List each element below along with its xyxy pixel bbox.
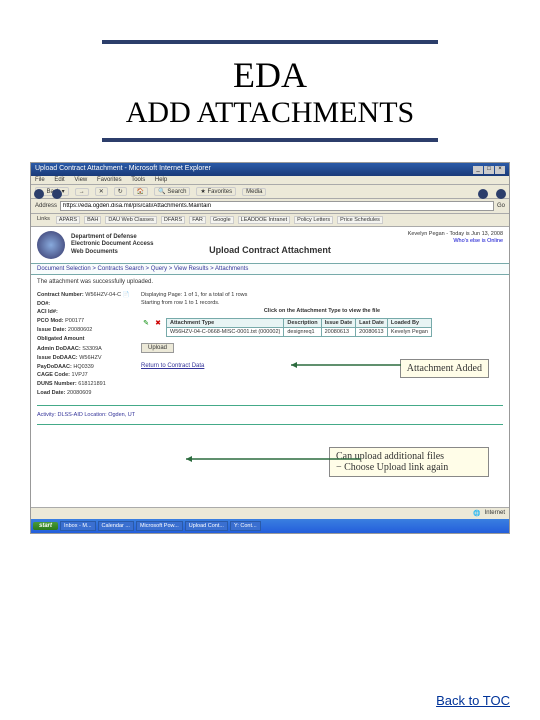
nav-toolbar: ← Back ▾ → ✕ ↻ 🏠 🔍 Search ★ Favorites Me… xyxy=(31,185,509,199)
link-item[interactable]: Policy Letters xyxy=(294,216,333,224)
forward-button[interactable]: → xyxy=(75,188,89,196)
th-desc: Description xyxy=(284,319,321,328)
address-bar: Address Go xyxy=(31,199,509,214)
link-item[interactable]: LEADDOE Intranet xyxy=(238,216,290,224)
media-button[interactable]: Media xyxy=(242,188,266,196)
instruction: Click on the Attachment Type to view the… xyxy=(141,308,503,314)
min-icon[interactable]: _ xyxy=(473,166,483,174)
user-info: Kevelyn Pegan - Today is Jun 13, 2008 Wh… xyxy=(408,231,503,244)
favorites-button[interactable]: ★ Favorites xyxy=(196,187,236,196)
task-item[interactable]: Microsoft Pow... xyxy=(136,521,183,531)
task-item[interactable]: Upload Cont... xyxy=(185,521,228,531)
link-item[interactable]: DFARS xyxy=(161,216,185,224)
address-input[interactable] xyxy=(60,201,494,211)
task-item[interactable]: Inbox - M... xyxy=(60,521,96,531)
taskbar: start Inbox - M... Calendar ... Microsof… xyxy=(31,519,509,533)
menu-help[interactable]: Help xyxy=(155,177,167,183)
done-icon: 🌐 xyxy=(473,510,480,517)
dots-right xyxy=(474,186,510,204)
row-icons: ✎ ✖ xyxy=(141,318,163,328)
title-eda: EDA xyxy=(30,54,510,96)
th-last: Last Date xyxy=(356,319,388,328)
table-row: W56HZV-04-C-0668-MISC-0001.txt (000002) … xyxy=(167,328,432,337)
dots-left xyxy=(30,186,66,204)
menu-view[interactable]: View xyxy=(74,177,87,183)
attachments-table: Attachment Type Description Issue Date L… xyxy=(166,318,432,337)
header-text: Department of Defense Electronic Documen… xyxy=(71,234,153,256)
link-item[interactable]: FAR xyxy=(189,216,206,224)
max-icon[interactable]: □ xyxy=(484,166,494,174)
zone-label: Internet xyxy=(485,510,505,517)
page-title: Upload Contract Attachment xyxy=(209,245,331,255)
home-button[interactable]: 🏠 xyxy=(133,187,148,196)
th-loaded: Loaded By xyxy=(387,319,431,328)
th-issue: Issue Date xyxy=(321,319,356,328)
contract-details: Contract Number: W56HZV-04-C 📄 DO#: ACI … xyxy=(37,292,137,398)
activity-footer: Activity: DLSS-AID Location: Ogden, UT xyxy=(31,410,509,420)
menu-favorites[interactable]: Favorites xyxy=(97,177,122,183)
menu-edit[interactable]: Edit xyxy=(54,177,64,183)
page-content: Department of Defense Electronic Documen… xyxy=(31,227,509,507)
divider xyxy=(37,405,503,406)
mid-rule xyxy=(102,138,438,142)
divider xyxy=(37,424,503,425)
attachment-area: Displaying Page: 1 of 1, for a total of … xyxy=(141,292,503,398)
start-button[interactable]: start xyxy=(33,522,58,530)
link-item[interactable]: DAU Web Classes xyxy=(105,216,156,224)
paging-note: Displaying Page: 1 of 1, for a total of … xyxy=(141,292,503,298)
close-icon[interactable]: × xyxy=(495,166,505,174)
callout-upload-more: Can upload additional files − Choose Upl… xyxy=(329,447,489,477)
window-buttons: _□× xyxy=(472,165,505,174)
stop-button[interactable]: ✕ xyxy=(95,187,108,196)
delete-icon[interactable]: ✖ xyxy=(153,318,163,328)
breadcrumb[interactable]: Document Selection > Contracts Search > … xyxy=(31,263,509,275)
link-item[interactable]: Google xyxy=(210,216,234,224)
search-button[interactable]: 🔍 Search xyxy=(154,187,190,196)
upload-success-msg: The attachment was successfully uploaded… xyxy=(31,275,509,289)
links-label: Links xyxy=(35,216,52,224)
link-item[interactable]: APARS xyxy=(56,216,80,224)
top-rule xyxy=(102,40,438,44)
window-title: Upload Contract Attachment - Microsoft I… xyxy=(35,165,211,174)
task-item[interactable]: Y: Cont... xyxy=(230,521,261,531)
statusbar: 🌐 Internet xyxy=(31,507,509,519)
edit-icon[interactable]: ✎ xyxy=(141,318,151,328)
window-titlebar: Upload Contract Attachment - Microsoft I… xyxy=(31,163,509,176)
browser-screenshot: Upload Contract Attachment - Microsoft I… xyxy=(30,162,510,534)
whos-online-link[interactable]: Who's else is Online xyxy=(453,238,503,244)
task-item[interactable]: Calendar ... xyxy=(98,521,134,531)
menu-file[interactable]: File xyxy=(35,177,45,183)
title-sub: ADD ATTACHMENTS xyxy=(30,96,510,130)
links-bar: Links APARS BAH DAU Web Classes DFARS FA… xyxy=(31,214,509,227)
menubar: File Edit View Favorites Tools Help xyxy=(31,176,509,185)
menu-tools[interactable]: Tools xyxy=(131,177,145,183)
link-item[interactable]: BAH xyxy=(84,216,101,224)
th-type: Attachment Type xyxy=(167,319,284,328)
cell-type[interactable]: W56HZV-04-C-0668-MISC-0001.txt (000002) xyxy=(167,328,284,337)
link-item[interactable]: Price Schedules xyxy=(337,216,383,224)
refresh-button[interactable]: ↻ xyxy=(114,187,127,196)
upload-button[interactable]: Upload xyxy=(141,343,174,353)
back-to-toc-link[interactable]: Back to TOC xyxy=(436,693,510,708)
page-header: Department of Defense Electronic Documen… xyxy=(31,227,509,263)
dod-seal-icon xyxy=(37,231,65,259)
callout-added: Attachment Added xyxy=(400,359,489,378)
